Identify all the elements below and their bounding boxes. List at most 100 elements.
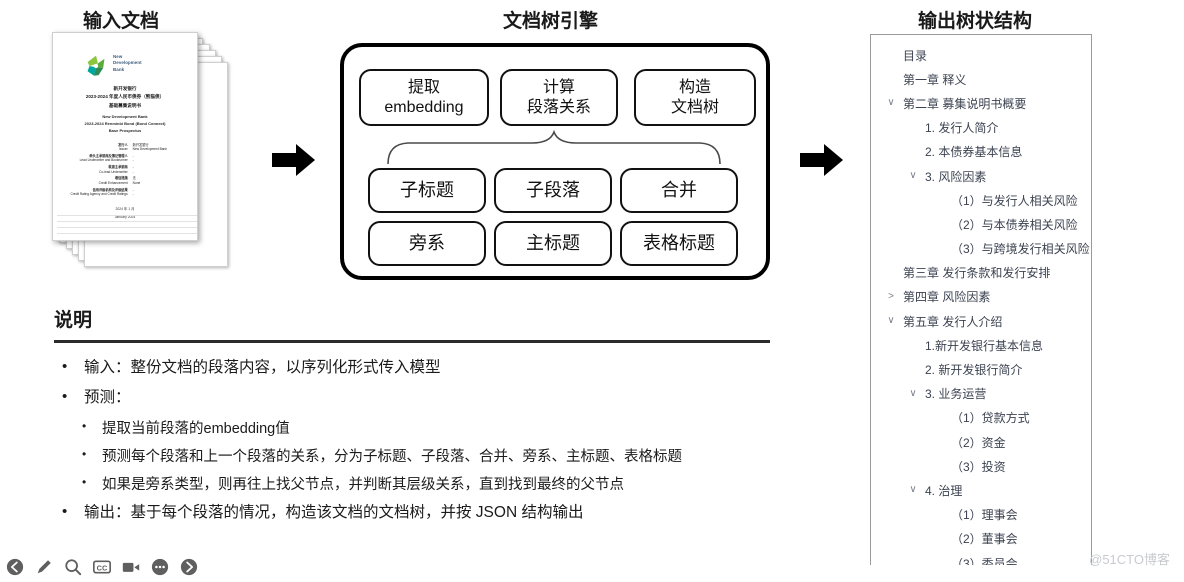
tree-node-label: 3. 风险因素 xyxy=(925,169,987,184)
engine-box-relation-table-title: 表格标题 xyxy=(620,221,738,266)
tree-node-label: （3）与跨境发行相关风险 xyxy=(951,242,1090,257)
tree-node-label: （2）资金 xyxy=(951,435,1006,450)
doc-info-row: 牵头主承销商及簿记管理人 Lead Underwriter and Bookrun… xyxy=(61,154,189,163)
relation-label: 合并 xyxy=(661,179,697,200)
section-title-output: 输出树状结构 xyxy=(918,11,1033,32)
closed-caption-icon[interactable]: CC xyxy=(93,558,111,576)
relation-label: 子段落 xyxy=(526,179,580,200)
chevron-right-icon[interactable]: > xyxy=(885,291,897,302)
relation-label: 子标题 xyxy=(400,179,454,200)
tree-node[interactable]: ∨ 4. 治理 xyxy=(871,478,1091,502)
pencil-icon[interactable] xyxy=(35,558,53,576)
explanation-sub-bullet: 如果是旁系类型，则再往上找父节点，并判断其层级关系，直到找到最终的父节点 xyxy=(54,473,774,496)
chevron-down-icon[interactable]: ∨ xyxy=(885,316,897,326)
doc-info-value: 无 None xyxy=(132,176,141,185)
tree-node[interactable]: （1）与发行人相关风险 xyxy=(871,188,1091,212)
engine-box-extract-embedding: 提取 embedding xyxy=(359,69,489,126)
chevron-down-icon[interactable]: ∨ xyxy=(907,171,919,181)
document-en-title: New Development Bank 2023-2024 Renminbi … xyxy=(53,113,197,135)
explanation-title: 说明 xyxy=(54,310,93,331)
tree-node[interactable]: 目录 xyxy=(871,43,1091,67)
doc-info-row: 联席主承销商 Co-lead Underwriter - - xyxy=(61,165,189,174)
tree-node-label: 第四章 风险因素 xyxy=(903,290,991,305)
new-development-bank-logo-icon xyxy=(87,55,105,76)
doc-cn-line-3: 基础募集说明书 xyxy=(108,102,142,108)
doc-en-line-2: 2023-2024 Renminbi Bond (Bond Connect) xyxy=(84,121,166,127)
doc-info-row: 增信措施 Credit Enhancement 无 None xyxy=(61,176,189,185)
logo-wordmark: New Development Bank xyxy=(113,54,142,72)
tree-node[interactable]: ∨ 3. 业务运营 xyxy=(871,382,1091,406)
doc-info-value: 新开发银行 New Development Bank xyxy=(132,143,167,152)
engine-box-compute-relation: 计算 段落关系 xyxy=(500,69,618,126)
doc-cn-line-2: 2023-2024 年度人民币债券（熊猫债） xyxy=(85,94,165,100)
bottom-toolbar[interactable]: CC xyxy=(6,558,198,576)
tree-node-label: 2. 新开发银行简介 xyxy=(925,363,1023,378)
tree-node[interactable]: （2）与本债券相关风险 xyxy=(871,212,1091,236)
explanation-bullet: 输入：整份文档的段落内容，以序列化形式传入模型 xyxy=(54,356,774,379)
ellipsis-icon[interactable] xyxy=(151,558,169,576)
tree-node[interactable]: （3）与跨境发行相关风险 xyxy=(871,237,1091,261)
engine-box-relation-merge: 合并 xyxy=(620,168,738,213)
back-arrow-icon[interactable] xyxy=(6,558,24,576)
tree-node[interactable]: ∨ 3. 风险因素 xyxy=(871,164,1091,188)
tree-node-label: （1）贷款方式 xyxy=(951,411,1030,426)
document-info-table: 发行人 Issuer 新开发银行 New Development Bank 牵头主承销商… xyxy=(61,143,189,199)
tree-node-label: （1）理事会 xyxy=(951,508,1018,523)
tree-node[interactable]: （1）理事会 xyxy=(871,503,1091,527)
engine-box-line-2: 文档树 xyxy=(670,98,719,116)
search-icon[interactable] xyxy=(64,558,82,576)
video-camera-icon[interactable] xyxy=(122,558,140,576)
tree-node-label: 第一章 释义 xyxy=(903,72,967,87)
document-cover-page: New Development Bank 新开发银行 2023-2024 年度人民币… xyxy=(52,32,198,241)
tree-node[interactable]: 1.新开发银行基本信息 xyxy=(871,333,1091,357)
section-title-input: 输入文档 xyxy=(83,11,160,32)
tree-node[interactable]: （3）委员会 xyxy=(871,551,1091,565)
doc-info-label: 牵头主承销商及簿记管理人 Lead Underwriter and Bookrun… xyxy=(79,154,128,163)
forward-arrow-icon[interactable] xyxy=(180,558,198,576)
explanation-sub-bullet: 预测每个段落和上一个段落的关系，分为子标题、子段落、合并、旁系、主标题、表格标题 xyxy=(54,445,774,468)
document-page-edge-lines xyxy=(57,210,197,234)
tree-node[interactable]: 2. 新开发银行简介 xyxy=(871,357,1091,381)
doc-info-row: 信用评级机构及评级结果 Credit Rating Agency and Cred… xyxy=(61,188,189,197)
tree-node-label: （3）委员会 xyxy=(951,556,1018,565)
doc-info-value: -- xyxy=(132,187,134,196)
doc-info-value: -- xyxy=(132,154,134,163)
explanation-divider xyxy=(54,340,770,343)
tree-node[interactable]: > 第四章 风险因素 xyxy=(871,285,1091,309)
engine-box-line-1: 计算 xyxy=(542,79,575,97)
tree-node[interactable]: （2）董事会 xyxy=(871,527,1091,551)
explanation-bullet-list: 输入：整份文档的段落内容，以序列化形式传入模型预测： 提取当前段落的embeddi… xyxy=(54,356,774,525)
engine-box-line-2: embedding xyxy=(384,98,464,116)
tree-node-label: 第二章 募集说明书概要 xyxy=(903,96,1027,111)
tree-node-label: 4. 治理 xyxy=(925,483,963,498)
tree-node-label: （2）与本债券相关风险 xyxy=(951,217,1078,232)
tree-node-label: 1.新开发银行基本信息 xyxy=(925,338,1044,353)
tree-node-label: 第五章 发行人介绍 xyxy=(903,314,1003,329)
chevron-down-icon[interactable]: ∨ xyxy=(907,388,919,399)
tree-node[interactable]: ∨ 第五章 发行人介绍 xyxy=(871,309,1091,333)
tree-node-label: （2）董事会 xyxy=(951,532,1018,547)
chevron-down-icon[interactable]: ∨ xyxy=(885,98,897,108)
tree-node-label: 第三章 发行条款和发行安排 xyxy=(903,266,1051,281)
relation-label: 旁系 xyxy=(409,232,445,253)
section-title-engine: 文档树引擎 xyxy=(503,11,599,32)
tree-node[interactable]: 1. 发行人简介 xyxy=(871,116,1091,140)
explanation-sub-bullet: 提取当前段落的embedding值 xyxy=(54,417,774,440)
tree-node[interactable]: 2. 本债券基本信息 xyxy=(871,140,1091,164)
tree-node-list: 目录 第一章 释义 ∨ 第二章 募集说明书概要 1. 发行人简介 2. 本债券基本信息 ∨ 3… xyxy=(871,35,1091,565)
explanation-bullet: 预测： xyxy=(54,386,774,409)
output-tree-panel[interactable]: 目录 第一章 释义 ∨ 第二章 募集说明书概要 1. 发行人简介 2. 本债券基本信息 ∨ 3… xyxy=(870,34,1092,565)
tree-node[interactable]: （3）投资 xyxy=(871,454,1091,478)
tree-node[interactable]: （2）资金 xyxy=(871,430,1091,454)
svg-text:CC: CC xyxy=(97,563,108,572)
chevron-down-icon[interactable]: ∨ xyxy=(907,485,919,495)
tree-node-label: 目录 xyxy=(903,48,928,63)
tree-node[interactable]: 第三章 发行条款和发行安排 xyxy=(871,261,1091,285)
tree-node[interactable]: 第一章 释义 xyxy=(871,67,1091,91)
flow-arrow-input-to-engine-icon xyxy=(272,144,315,176)
doc-en-line-3: Base Prospectus xyxy=(108,128,142,134)
tree-node-label: 2. 本债券基本信息 xyxy=(925,145,1023,160)
tree-node[interactable]: （1）贷款方式 xyxy=(871,406,1091,430)
tree-node[interactable]: ∨ 第二章 募集说明书概要 xyxy=(871,91,1091,115)
document-cn-title: 新开发银行 2023-2024 年度人民币债券（熊猫债） 基础募集说明书 xyxy=(53,85,197,110)
